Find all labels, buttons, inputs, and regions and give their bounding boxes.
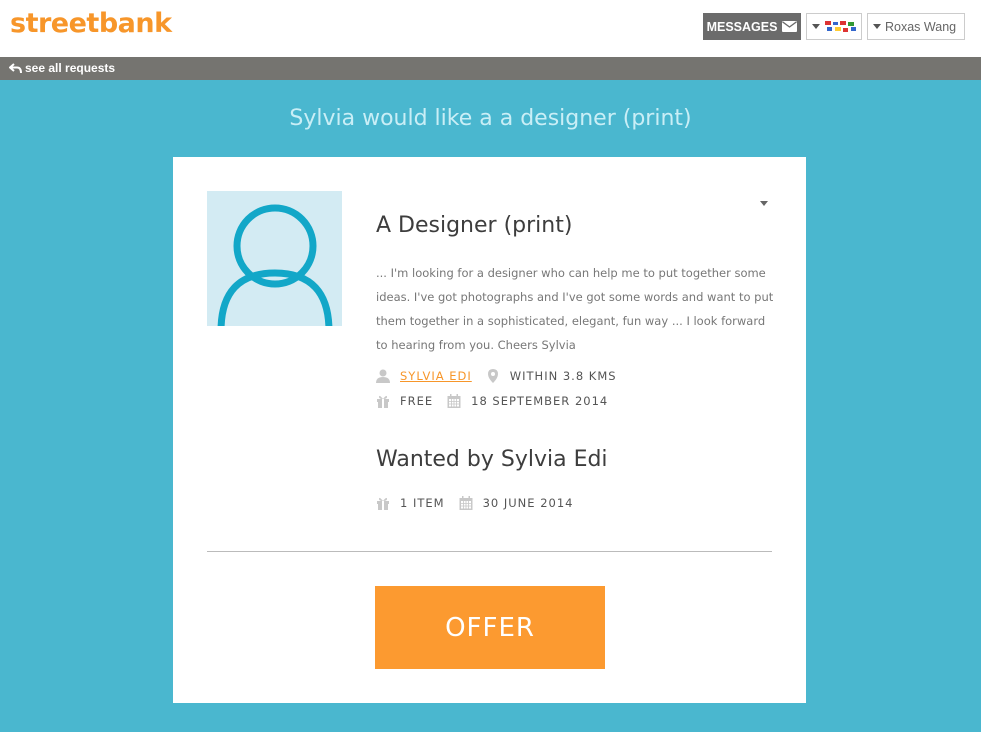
- gift-icon: [377, 497, 389, 510]
- back-label: see all requests: [25, 61, 116, 75]
- messages-button[interactable]: MESSAGES: [703, 13, 801, 40]
- item-meta-row-2: FREE 18 SEPTEMBER 2014: [376, 394, 608, 408]
- caret-down-icon: [873, 24, 881, 29]
- gift-icon: [377, 395, 389, 408]
- wanted-title: Wanted by Sylvia Edi: [376, 447, 608, 472]
- wanted-meta-row: 1 ITEM 30 JUNE 2014: [376, 496, 573, 510]
- map-pin-icon: [487, 369, 498, 383]
- item-description: ... I'm looking for a designer who can h…: [376, 266, 774, 352]
- item-title: A Designer (print): [376, 213, 573, 238]
- user-icon: [376, 369, 390, 383]
- messages-label: MESSAGES: [706, 19, 778, 34]
- back-arrow-icon: [9, 62, 22, 73]
- see-all-requests-link[interactable]: see all requests: [9, 61, 115, 75]
- user-avatar-icon: [217, 204, 333, 326]
- streetbank-logo[interactable]: streetbank: [10, 8, 172, 39]
- avatar: [207, 191, 342, 326]
- request-card: A Designer (print) ... I'm looking for a…: [173, 157, 806, 703]
- user-menu[interactable]: Roxas Wang: [867, 13, 965, 40]
- options-dropdown-caret[interactable]: [760, 201, 768, 206]
- posted-date: 18 SEPTEMBER 2014: [471, 394, 609, 408]
- price: FREE: [400, 394, 434, 408]
- user-name: Roxas Wang: [885, 19, 957, 34]
- distance: WITHIN 3.8 KMS: [509, 369, 617, 383]
- flag-icon: [825, 20, 856, 32]
- item-meta-row-1: SYLVIA EDI WITHIN 3.8 KMS: [376, 369, 617, 383]
- language-select[interactable]: [806, 13, 862, 40]
- top-header: streetbank MESSAGES Roxas Wang: [0, 0, 981, 57]
- page-title: Sylvia would like a a designer (print): [289, 106, 692, 131]
- wanted-date: 30 JUNE 2014: [482, 496, 574, 510]
- calendar-icon: [447, 394, 461, 408]
- divider: [207, 551, 772, 552]
- item-count: 1 ITEM: [400, 496, 445, 510]
- sub-navigation-bar: see all requests: [0, 57, 981, 80]
- mail-icon: [782, 21, 798, 32]
- offer-button[interactable]: OFFER: [375, 586, 605, 669]
- caret-down-icon: [812, 24, 820, 29]
- calendar-icon: [459, 496, 473, 510]
- owner-link[interactable]: SYLVIA EDI: [400, 369, 472, 383]
